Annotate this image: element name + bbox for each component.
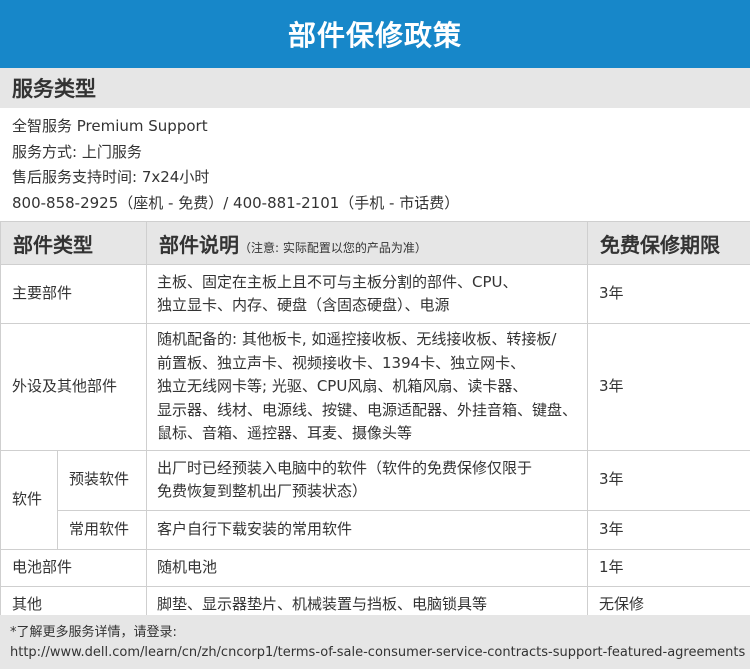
- table-row: 常用软件 客户自行下载安装的常用软件 3年: [1, 509, 750, 550]
- service-info: 全智服务 Premium Support 服务方式: 上门服务 售后服务支持时间…: [0, 108, 750, 222]
- row-desc-main: 主板、固定在主板上且不可与主板分割的部件、CPU、 独立显卡、内存、硬盘（含固态硬…: [146, 264, 588, 324]
- desc-line: 出厂时已经预装入电脑中的软件（软件的免费保修仅限于: [157, 458, 533, 477]
- service-method: 服务方式: 上门服务: [12, 142, 142, 161]
- desc-line: 独立无线网卡等; 光驱、CPU风扇、机箱风扇、读卡器、: [157, 377, 528, 395]
- page-title: 部件保修政策: [0, 0, 750, 68]
- row-type-battery: 电池部件: [0, 548, 147, 587]
- table-row: 主要部件 主板、固定在主板上且不可与主板分割的部件、CPU、 独立显卡、内存、硬盘…: [0, 264, 750, 324]
- footer: *了解更多服务详情，请登录: http://www.dell.com/learn…: [0, 615, 750, 669]
- service-hours: 售后服务支持时间: 7x24小时: [12, 168, 210, 186]
- row-subtype-common: 常用软件: [57, 509, 147, 550]
- row-warranty-peripheral: 3年: [587, 323, 750, 451]
- table-row: 电池部件 随机电池 1年: [0, 548, 750, 587]
- row-type-software: 软件: [0, 449, 58, 550]
- service-phones: 800-858-2925（座机 - 免费）/ 400-881-2101（手机 -…: [12, 193, 460, 212]
- row-type-main: 主要部件: [0, 264, 147, 324]
- row-warranty-battery: 1年: [587, 548, 750, 587]
- row-subtype-preinstalled: 预装软件: [57, 449, 147, 511]
- row-desc-common: 客户自行下载安装的常用软件: [146, 509, 588, 550]
- row-desc-peripheral: 随机配备的: 其他板卡, 如遥控接收板、无线接收板、转接板/ 前置板、独立声卡、…: [146, 323, 588, 451]
- desc-line: 主板、固定在主板上且不可与主板分割的部件、CPU、: [157, 272, 518, 291]
- service-plan: 全智服务 Premium Support: [12, 117, 208, 135]
- footer-link[interactable]: http://www.dell.com/learn/cn/zh/cncorp1/…: [10, 643, 750, 663]
- header-part-type: 部件类型: [0, 221, 147, 265]
- desc-line: 显示器、线材、电源线、按键、电源适配器、外挂音箱、键盘、: [157, 400, 578, 419]
- desc-line: 随机配备的: 其他板卡, 如遥控接收板、无线接收板、转接板/: [157, 330, 557, 348]
- row-desc-preinstalled: 出厂时已经预装入电脑中的软件（软件的免费保修仅限于 免费恢复到整机出厂预装状态）: [146, 449, 588, 511]
- table-row: 软件 预装软件 出厂时已经预装入电脑中的软件（软件的免费保修仅限于 免费恢复到整机…: [0, 449, 750, 550]
- footer-note: *了解更多服务详情，请登录:: [10, 625, 177, 640]
- desc-line: 前置板、独立声卡、视频接收卡、1394卡、独立网卡、: [157, 353, 526, 372]
- row-warranty-main: 3年: [587, 264, 750, 324]
- desc-line: 鼠标、音箱、遥控器、耳麦、摄像头等: [157, 424, 413, 442]
- service-type-heading: 服务类型: [0, 68, 750, 108]
- header-part-desc: 部件说明（注意: 实际配置以您的产品为准）: [146, 221, 588, 265]
- desc-line: 免费恢复到整机出厂预装状态）: [157, 482, 368, 500]
- table-header-row: 部件类型 部件说明（注意: 实际配置以您的产品为准） 免费保修期限: [0, 221, 750, 265]
- header-warranty-period: 免费保修期限: [587, 221, 750, 265]
- warranty-table: 部件类型 部件说明（注意: 实际配置以您的产品为准） 免费保修期限 主要部件 主…: [0, 221, 750, 624]
- row-desc-battery: 随机电池: [146, 548, 588, 587]
- row-warranty-preinstalled: 3年: [587, 449, 750, 511]
- header-desc-note: （注意: 实际配置以您的产品为准）: [239, 240, 427, 255]
- row-type-peripheral: 外设及其他部件: [0, 323, 147, 451]
- row-warranty-common: 3年: [587, 509, 750, 550]
- table-row: 外设及其他部件 随机配备的: 其他板卡, 如遥控接收板、无线接收板、转接板/ 前…: [0, 323, 750, 451]
- desc-line: 独立显卡、内存、硬盘（含固态硬盘）、电源: [157, 296, 450, 314]
- header-desc-label: 部件说明: [159, 232, 239, 257]
